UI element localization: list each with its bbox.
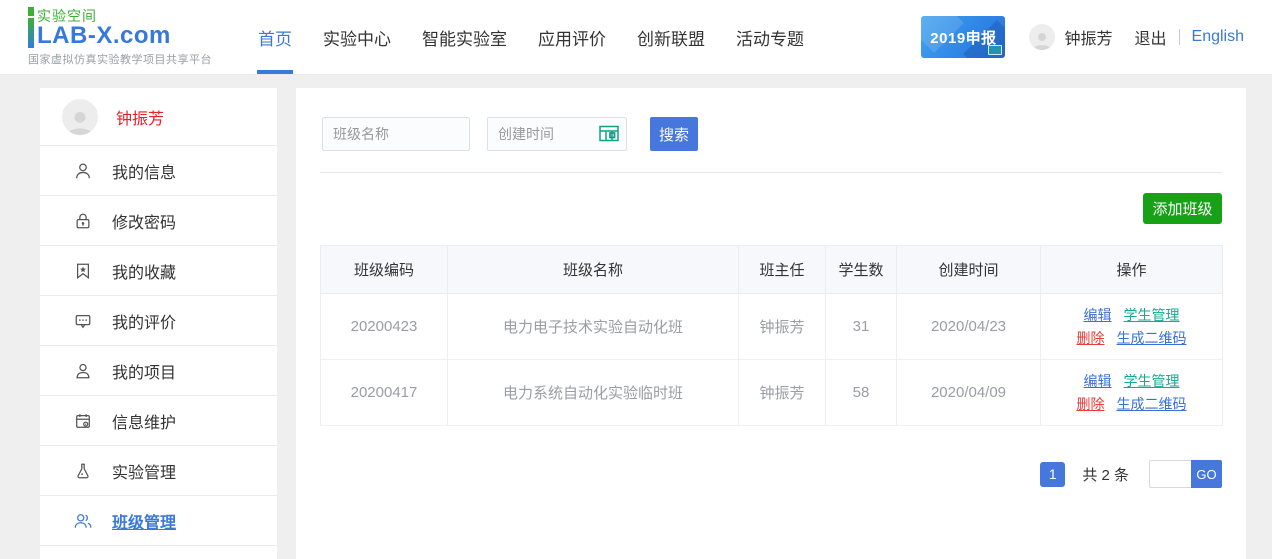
sidebar-item-label: 班级管理 — [112, 509, 176, 533]
table-header-row: 班级编码 班级名称 班主任 学生数 创建时间 操作 — [321, 246, 1223, 294]
sidebar-item-label: 我的项目 — [112, 359, 176, 383]
logout-link[interactable]: 退出 — [1135, 25, 1167, 49]
sidebar-item-label: 我的评价 — [112, 309, 176, 333]
col-header-teacher: 班主任 — [739, 246, 826, 294]
add-class-button[interactable]: 添加班级 — [1143, 193, 1222, 224]
person-silhouette-icon — [1031, 30, 1053, 50]
users-icon — [73, 511, 93, 531]
table-row: 20200417 电力系统自动化实验临时班 钟振芳 58 2020/04/09 … — [321, 360, 1223, 426]
header-right: 2019申报 钟振芳 退出 English — [921, 16, 1244, 58]
sidebar: 钟振芳 我的信息 修改密码 我的收藏 我的评价 — [40, 88, 277, 559]
header-username[interactable]: 钟振芳 — [1064, 25, 1112, 49]
table-row: 20200423 电力电子技术实验自动化班 钟振芳 31 2020/04/23 … — [321, 294, 1223, 360]
sidebar-item-label: 我的收藏 — [112, 259, 176, 283]
sidebar-item-my-info[interactable]: 我的信息 — [40, 146, 277, 196]
nav-item-innovation-alliance[interactable]: 创新联盟 — [637, 0, 705, 74]
sidebar-item-label: 实验管理 — [112, 459, 176, 483]
sidebar-item-change-password[interactable]: 修改密码 — [40, 196, 277, 246]
sidebar-item-my-projects[interactable]: 我的项目 — [40, 346, 277, 396]
pagination: 1 共 2 条 GO — [320, 460, 1222, 488]
generate-qrcode-link[interactable]: 生成二维码 — [1117, 396, 1187, 412]
delete-link[interactable]: 删除 — [1077, 330, 1105, 346]
cell-class-code: 20200417 — [321, 360, 448, 426]
site-logo[interactable]: 实验空间 LAB-X.com 国家虚拟仿真实验教学项目共享平台 — [28, 7, 228, 67]
logo-mark: 实验空间 LAB-X.com — [28, 7, 228, 48]
sidebar-item-label: 修改密码 — [112, 209, 176, 233]
sidebar-username: 钟振芳 — [116, 105, 164, 129]
cell-create-time: 2020/04/09 — [897, 360, 1041, 426]
divider — [1179, 29, 1180, 45]
cell-class-code: 20200423 — [321, 294, 448, 360]
sidebar-item-my-favorites[interactable]: 我的收藏 — [40, 246, 277, 296]
banner-2019-declare[interactable]: 2019申报 — [921, 16, 1005, 58]
cell-actions: 编辑学生管理 删除生成二维码 — [1041, 294, 1223, 360]
logo-cn-text: 实验空间 — [37, 9, 171, 23]
nav-item-smart-lab[interactable]: 智能实验室 — [422, 0, 507, 74]
search-bar: 搜索 — [320, 117, 1222, 151]
delete-link[interactable]: 删除 — [1077, 396, 1105, 412]
class-table: 班级编码 班级名称 班主任 学生数 创建时间 操作 20200423 电力电子技… — [320, 245, 1223, 426]
sidebar-item-label: 信息维护 — [112, 409, 176, 433]
calendar-gear-icon — [73, 411, 93, 431]
bookmark-star-icon — [73, 261, 93, 281]
cell-actions: 编辑学生管理 删除生成二维码 — [1041, 360, 1223, 426]
cell-teacher: 钟振芳 — [739, 294, 826, 360]
main-nav: 首页 实验中心 智能实验室 应用评价 创新联盟 活动专题 — [258, 0, 835, 74]
main-panel: 搜索 添加班级 班级编码 班级名称 班主任 学生数 创建时间 操作 202004… — [296, 88, 1246, 559]
col-header-student-count: 学生数 — [826, 246, 897, 294]
generate-qrcode-link[interactable]: 生成二维码 — [1117, 330, 1187, 346]
project-user-icon — [73, 361, 93, 381]
edit-link[interactable]: 编辑 — [1084, 373, 1112, 389]
sidebar-item-info-maintenance[interactable]: 信息维护 — [40, 396, 277, 446]
sidebar-avatar — [62, 99, 98, 135]
language-link[interactable]: English — [1192, 28, 1244, 46]
col-header-actions: 操作 — [1041, 246, 1223, 294]
user-avatar[interactable] — [1029, 24, 1055, 50]
go-button[interactable]: GO — [1191, 460, 1222, 488]
total-count-label: 共 2 条 — [1082, 464, 1129, 485]
sidebar-item-experiment-management[interactable]: 实验管理 — [40, 446, 277, 496]
cell-student-count: 31 — [826, 294, 897, 360]
banner-label: 2019申报 — [930, 27, 996, 48]
cell-class-name: 电力电子技术实验自动化班 — [448, 294, 739, 360]
person-silhouette-icon — [65, 108, 95, 135]
student-management-link[interactable]: 学生管理 — [1124, 373, 1180, 389]
calendar-picker-icon[interactable] — [599, 125, 619, 147]
nav-item-experiment-center[interactable]: 实验中心 — [323, 0, 391, 74]
col-header-class-name: 班级名称 — [448, 246, 739, 294]
section-divider — [320, 172, 1222, 173]
search-button[interactable]: 搜索 — [650, 117, 698, 151]
cell-teacher: 钟振芳 — [739, 360, 826, 426]
edit-link[interactable]: 编辑 — [1084, 307, 1112, 323]
nav-item-home[interactable]: 首页 — [258, 0, 292, 74]
goto-page-input[interactable] — [1149, 460, 1191, 488]
comment-icon — [73, 311, 93, 331]
logo-tagline: 国家虚拟仿真实验教学项目共享平台 — [28, 51, 228, 67]
nav-item-app-evaluation[interactable]: 应用评价 — [538, 0, 606, 74]
lock-icon — [73, 211, 93, 231]
sidebar-item-label: 我的信息 — [112, 159, 176, 183]
sidebar-item-my-reviews[interactable]: 我的评价 — [40, 296, 277, 346]
class-name-input[interactable] — [322, 117, 470, 151]
nav-item-activity-topics[interactable]: 活动专题 — [736, 0, 804, 74]
student-management-link[interactable]: 学生管理 — [1124, 307, 1180, 323]
user-icon — [73, 161, 93, 181]
logo-i-glyph — [28, 7, 34, 48]
page: 实验空间 LAB-X.com 国家虚拟仿真实验教学项目共享平台 首页 实验中心 … — [0, 0, 1272, 559]
cell-create-time: 2020/04/23 — [897, 294, 1041, 360]
create-time-field — [487, 117, 627, 151]
page-number-button[interactable]: 1 — [1040, 462, 1065, 487]
top-header: 实验空间 LAB-X.com 国家虚拟仿真实验教学项目共享平台 首页 实验中心 … — [0, 0, 1272, 75]
col-header-create-time: 创建时间 — [897, 246, 1041, 294]
logo-en-text: LAB-X.com — [37, 24, 171, 48]
col-header-class-code: 班级编码 — [321, 246, 448, 294]
flask-icon — [73, 461, 93, 481]
cell-student-count: 58 — [826, 360, 897, 426]
cell-class-name: 电力系统自动化实验临时班 — [448, 360, 739, 426]
sidebar-item-class-management[interactable]: 班级管理 — [40, 496, 277, 546]
sidebar-profile: 钟振芳 — [40, 88, 277, 146]
